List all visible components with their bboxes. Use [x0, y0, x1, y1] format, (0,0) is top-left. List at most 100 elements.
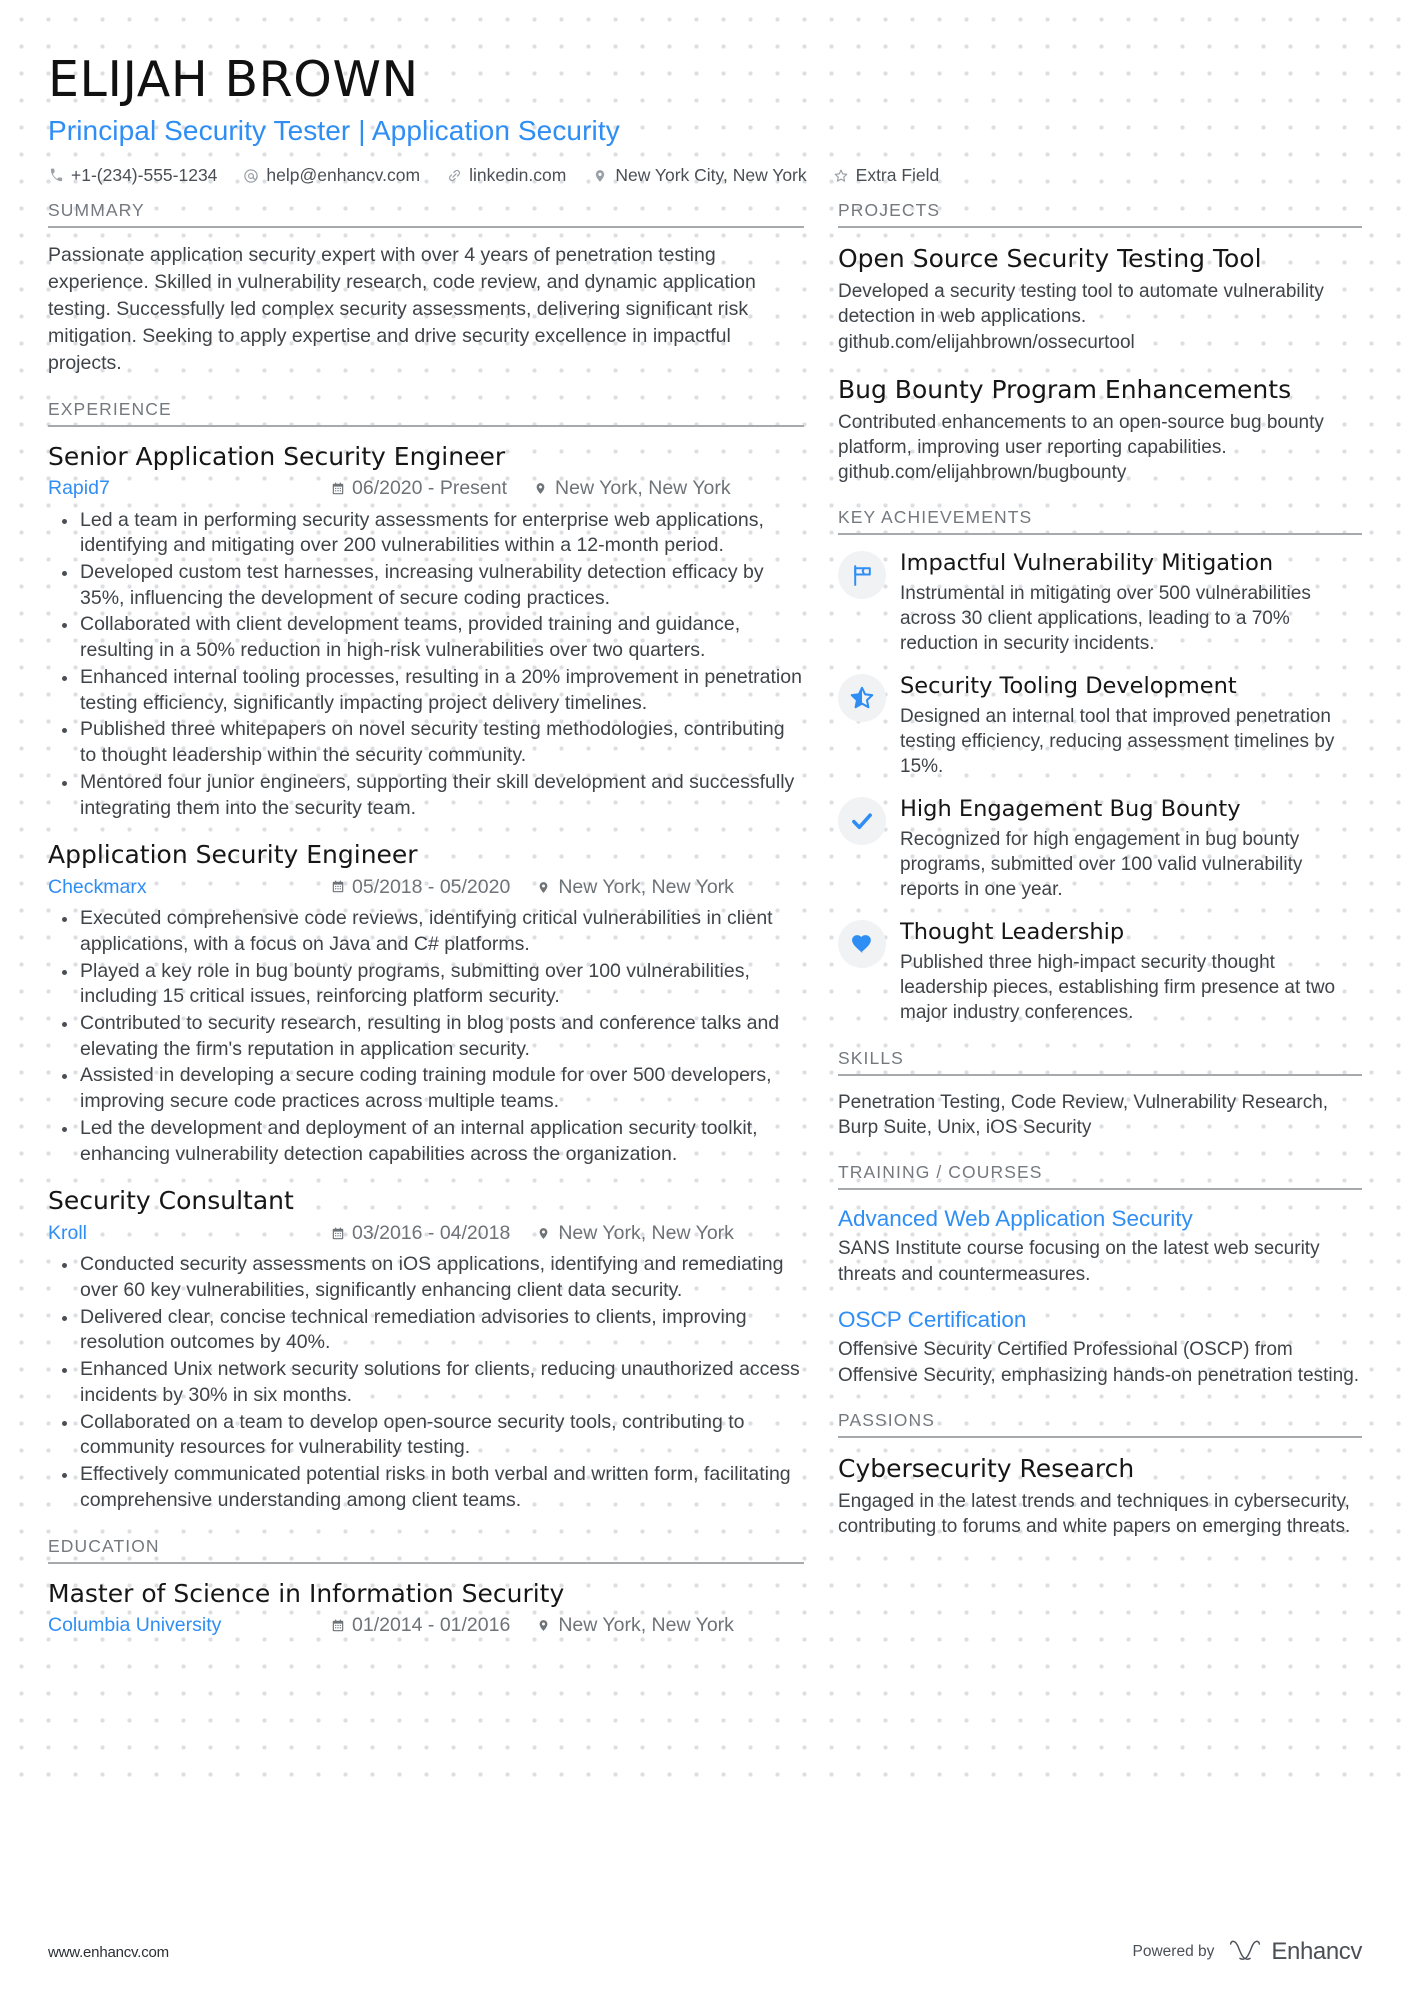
section-experience: EXPERIENCE Senior Application Security E…	[48, 399, 804, 1514]
experience-location-text: New York, New York	[558, 875, 734, 898]
passion-description: Engaged in the latest trends and techniq…	[838, 1490, 1351, 1537]
key-achievement-item: Impactful Vulnerability Mitigation Instr…	[838, 549, 1362, 656]
contact-location[interactable]: New York City, New York	[592, 165, 807, 186]
experience-bullets: Executed comprehensive code reviews, ide…	[54, 906, 804, 1167]
experience-location: New York, New York	[536, 1219, 734, 1248]
bullet-item: Conducted security assessments on iOS ap…	[54, 1252, 804, 1303]
bullet-item: Enhanced internal tooling processes, res…	[54, 665, 804, 716]
contact-phone[interactable]: +1-(234)-555-1234	[48, 165, 217, 186]
summary-heading: SUMMARY	[48, 200, 804, 229]
experience-location: New York, New York	[536, 873, 734, 902]
section-key-achievements: KEY ACHIEVEMENTS Impactful Vulnerability…	[838, 507, 1362, 1025]
experience-job-title: Application Security Engineer	[48, 840, 418, 870]
calendar-icon	[330, 1618, 345, 1633]
passion-title: Cybersecurity Research	[838, 1453, 1135, 1483]
experience-job-title: Security Consultant	[48, 1186, 294, 1216]
contact-email-text: help@enhancv.com	[266, 165, 421, 186]
contact-email[interactable]: help@enhancv.com	[243, 165, 420, 186]
achievement-title: Security Tooling Development	[900, 673, 1237, 700]
location-pin-icon	[536, 1618, 551, 1633]
bullet-item: Mentored four junior engineers, supporti…	[54, 770, 804, 821]
key-achievement-item: Security Tooling Development Designed an…	[838, 672, 1362, 779]
training-title[interactable]: Advanced Web Application Security	[838, 1204, 1362, 1234]
training-description: Offensive Security Certified Professiona…	[838, 1339, 1360, 1386]
contact-link[interactable]: linkedin.com	[446, 165, 566, 186]
experience-company[interactable]: Checkmarx	[48, 873, 330, 902]
section-passions: PASSIONS Cybersecurity Research Engaged …	[838, 1410, 1362, 1539]
bullet-item: Played a key role in bug bounty programs…	[54, 959, 804, 1010]
education-location-text: New York, New York	[558, 1614, 734, 1636]
footer-branding: Powered by Enhancv	[1132, 1938, 1363, 1966]
experience-company[interactable]: Kroll	[48, 1219, 330, 1248]
summary-text: Passionate application security expert w…	[48, 244, 756, 374]
bullet-item: Collaborated on a team to develop open-s…	[54, 1410, 804, 1461]
achievement-description: Recognized for high engagement in bug bo…	[900, 828, 1303, 901]
experience-bullets: Conducted security assessments on iOS ap…	[54, 1252, 804, 1513]
powered-by-label: Powered by	[1132, 1943, 1215, 1960]
bullet-item: Executed comprehensive code reviews, ide…	[54, 906, 804, 957]
email-icon	[243, 168, 259, 184]
achievement-icon-badge	[838, 674, 886, 723]
experience-dates: 05/2018 - 05/2020	[330, 873, 510, 902]
achievement-title: Impactful Vulnerability Mitigation	[900, 550, 1274, 577]
project-item: Open Source Security Testing Tool Develo…	[838, 242, 1362, 355]
heart-icon	[850, 932, 875, 957]
check-icon	[849, 808, 875, 834]
experience-meta: Checkmarx 05/2018 - 05/2020 New York, Ne…	[48, 873, 804, 902]
experience-company[interactable]: Rapid7	[48, 474, 330, 503]
key-achievement-item: High Engagement Bug Bounty Recognized fo…	[838, 795, 1362, 902]
training-title[interactable]: OSCP Certification	[838, 1305, 1362, 1335]
training-heading: TRAINING / COURSES	[838, 1162, 1362, 1191]
experience-dates-text: 05/2018 - 05/2020	[352, 875, 511, 898]
contact-row: +1-(234)-555-1234 help@enhancv.com linke…	[48, 165, 1362, 186]
experience-location-text: New York, New York	[555, 477, 731, 500]
training-item: OSCP Certification Offensive Security Ce…	[838, 1305, 1362, 1388]
link-icon	[446, 168, 462, 184]
project-item: Bug Bounty Program Enhancements Contribu…	[838, 373, 1362, 486]
calendar-icon	[330, 880, 345, 895]
project-description: Contributed enhancements to an open-sour…	[838, 411, 1324, 484]
contact-extra-field[interactable]: Extra Field	[833, 165, 939, 186]
enhancv-wordmark: Enhancv	[1271, 1938, 1362, 1965]
bullet-item: Led a team in performing security assess…	[54, 508, 804, 559]
bullet-item: Published three whitepapers on novel sec…	[54, 717, 804, 768]
education-entry: Master of Science in Information Securit…	[48, 1578, 804, 1641]
education-dates-text: 01/2014 - 01/2016	[352, 1614, 511, 1636]
experience-entry: Senior Application Security Engineer Rap…	[48, 441, 804, 822]
bullet-item: Effectively communicated potential risks…	[54, 1462, 804, 1513]
section-education: EDUCATION Master of Science in Informati…	[48, 1536, 804, 1641]
bullet-item: Contributed to security research, result…	[54, 1011, 804, 1062]
resume-body: SUMMARY Passionate application security …	[48, 200, 1362, 1662]
achievement-description: Published three high-impact security tho…	[900, 951, 1336, 1024]
achievement-title: Thought Leadership	[900, 919, 1125, 946]
achievement-icon-badge	[838, 797, 886, 846]
location-pin-icon	[536, 1226, 551, 1241]
location-pin-icon	[533, 481, 548, 496]
achievement-icon-badge	[838, 551, 886, 600]
page-footer: www.enhancv.com Powered by Enhancv	[0, 1909, 1410, 1995]
star-outline-icon	[833, 168, 849, 184]
experience-entry: Security Consultant Kroll 03/2016 - 04/2…	[48, 1185, 804, 1513]
contact-phone-text: +1-(234)-555-1234	[71, 165, 218, 186]
skills-list: Penetration Testing, Code Review, Vulner…	[838, 1091, 1329, 1138]
right-column: PROJECTS Open Source Security Testing To…	[838, 200, 1362, 1557]
calendar-icon	[330, 1226, 345, 1241]
project-title: Open Source Security Testing Tool	[838, 244, 1262, 274]
education-institution[interactable]: Columbia University	[48, 1611, 330, 1640]
passion-item: Cybersecurity Research Engaged in the la…	[838, 1452, 1362, 1539]
education-heading: EDUCATION	[48, 1536, 804, 1564]
education-location: New York, New York	[536, 1611, 734, 1640]
star-half-icon	[849, 685, 875, 711]
footer-website-url[interactable]: www.enhancv.com	[48, 1944, 169, 1961]
education-meta: Columbia University 01/2014 - 01/2016 Ne…	[48, 1611, 804, 1640]
project-description: Developed a security testing tool to aut…	[838, 280, 1324, 353]
phone-icon	[48, 168, 64, 184]
projects-heading: PROJECTS	[838, 200, 1362, 229]
education-dates: 01/2014 - 01/2016	[330, 1611, 510, 1640]
section-training: TRAINING / COURSES Advanced Web Applicat…	[838, 1162, 1362, 1388]
skills-heading: SKILLS	[838, 1048, 1362, 1076]
flag-icon	[850, 563, 875, 588]
contact-link-text: linkedin.com	[469, 165, 567, 186]
bullet-item: Delivered clear, concise technical remed…	[54, 1305, 804, 1356]
education-degree: Master of Science in Information Securit…	[48, 1578, 565, 1608]
